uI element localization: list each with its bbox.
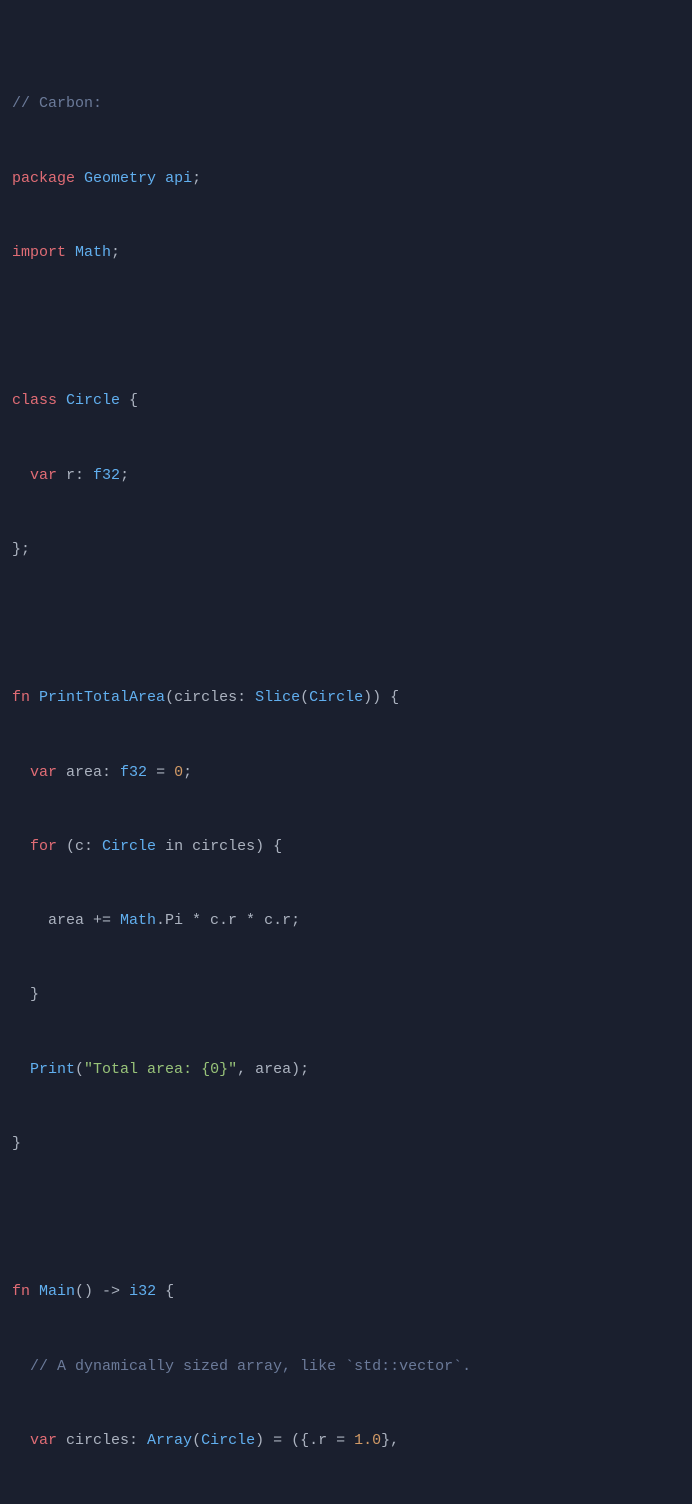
line-fn-main: fn Main() -> i32 { — [12, 1280, 680, 1305]
code-block: // Carbon: package Geometry api; import … — [12, 18, 680, 1504]
line-comment-array: // A dynamically sized array, like `std:… — [12, 1355, 680, 1380]
line-close-fn-print: } — [12, 1132, 680, 1157]
line-package: package Geometry api; — [12, 167, 680, 192]
line-class-circle: class Circle { — [12, 389, 680, 414]
line-var-r: var r: f32; — [12, 464, 680, 489]
line-empty-1 — [12, 315, 680, 340]
line-import: import Math; — [12, 241, 680, 266]
line-for: for (c: Circle in circles) { — [12, 835, 680, 860]
line-var-circles: var circles: Array(Circle) = ({.r = 1.0}… — [12, 1429, 680, 1454]
line-area-calc: area += Math.Pi * c.r * c.r; — [12, 909, 680, 934]
line-empty-2 — [12, 612, 680, 637]
line-comment-carbon: // Carbon: — [12, 92, 680, 117]
line-empty-3 — [12, 1206, 680, 1231]
code-container: // Carbon: package Geometry api; import … — [0, 0, 692, 1504]
line-print-call: Print("Total area: {0}", area); — [12, 1058, 680, 1083]
line-close-class: }; — [12, 538, 680, 563]
line-circles-cont: {.r = 2.0}); — [12, 1503, 680, 1504]
line-fn-printotalarea: fn PrintTotalArea(circles: Slice(Circle)… — [12, 686, 680, 711]
line-close-for: } — [12, 983, 680, 1008]
line-var-area: var area: f32 = 0; — [12, 761, 680, 786]
